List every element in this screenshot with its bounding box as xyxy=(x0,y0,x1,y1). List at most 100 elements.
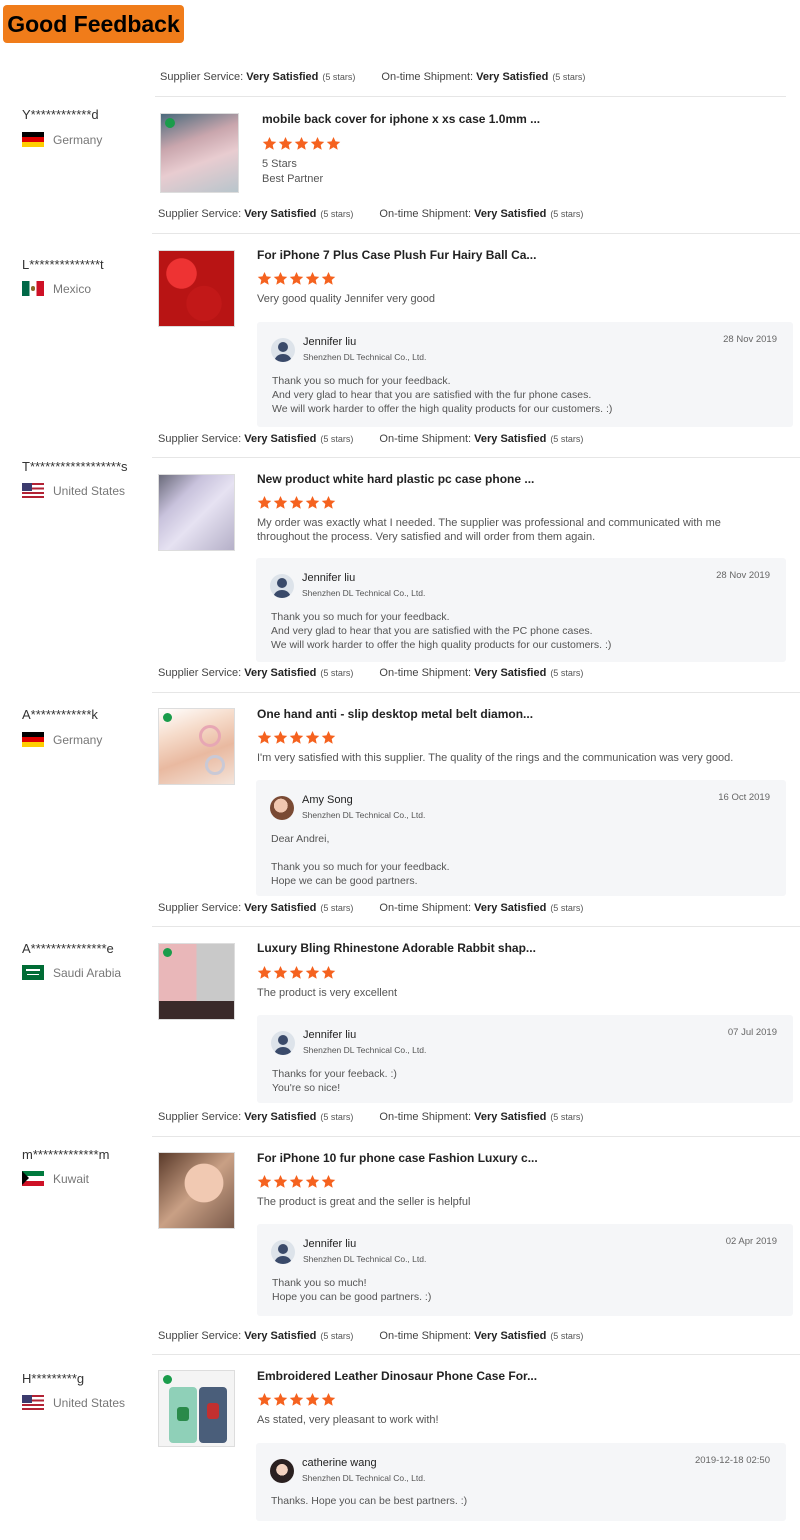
avatar xyxy=(271,1240,295,1264)
supplier-service-label: Supplier Service: xyxy=(158,902,242,914)
product-thumbnail[interactable] xyxy=(160,113,239,193)
star-icon xyxy=(321,1174,336,1188)
buyer-name: L**************t xyxy=(22,257,104,272)
reply-company: Shenzhen DL Technical Co., Ltd. xyxy=(302,810,426,820)
divider xyxy=(152,926,800,927)
reply-text: Thanks for your feeback. :) You're so ni… xyxy=(272,1068,397,1094)
reply-text: Thank you so much for your feedback. And… xyxy=(272,375,613,415)
product-title-link[interactable]: mobile back cover for iphone x xs case 1… xyxy=(262,112,540,126)
supplier-service-stars: (5 stars) xyxy=(320,209,354,219)
rating-text: 5 Stars xyxy=(262,158,297,170)
divider xyxy=(152,1354,800,1355)
supplier-service-label: Supplier Service: xyxy=(158,208,242,220)
buyer-name: A***************e xyxy=(22,941,114,956)
usa-flag-icon xyxy=(22,1395,44,1410)
star-rating xyxy=(262,136,342,151)
supplier-service-label: Supplier Service: xyxy=(158,1330,242,1342)
avatar xyxy=(270,574,294,598)
reply-date: 28 Nov 2019 xyxy=(723,334,777,345)
star-icon xyxy=(289,271,304,285)
star-icon xyxy=(305,271,320,285)
star-icon xyxy=(278,136,293,150)
reply-text: Thanks. Hope you can be best partners. :… xyxy=(271,1495,468,1507)
rating-subtext: Best Partner xyxy=(262,173,324,185)
reply-company: Shenzhen DL Technical Co., Ltd. xyxy=(302,588,426,598)
country-label: Germany xyxy=(53,132,103,147)
divider xyxy=(155,96,786,97)
country-label: Mexico xyxy=(53,281,92,296)
product-title-link[interactable]: One hand anti - slip desktop metal belt … xyxy=(257,707,533,721)
brand-logo-icon xyxy=(163,1375,172,1384)
review-comment: The product is very excellent xyxy=(257,987,398,999)
ontime-shipment-label: On-time Shipment: xyxy=(379,902,472,914)
supplier-service-value: Very Satisfied xyxy=(244,667,317,679)
country-label: United States xyxy=(53,483,126,498)
ontime-shipment-stars: (5 stars) xyxy=(550,903,584,913)
germany-flag-icon xyxy=(22,132,44,147)
star-icon xyxy=(262,136,277,150)
reply-author: Jennifer liu xyxy=(302,572,356,584)
good-feedback-badge: Good Feedback xyxy=(3,5,184,43)
supplier-reply: Jennifer liu Shenzhen DL Technical Co., … xyxy=(257,1224,793,1316)
avatar xyxy=(270,796,294,820)
avatar xyxy=(271,1031,295,1055)
reply-author: catherine wang xyxy=(302,1457,377,1469)
supplier-reply: Jennifer liu Shenzhen DL Technical Co., … xyxy=(256,558,786,662)
saudi-flag-icon xyxy=(22,965,44,980)
star-icon xyxy=(321,495,336,509)
supplier-service-label: Supplier Service: xyxy=(158,1111,242,1123)
ontime-shipment-value: Very Satisfied xyxy=(474,1111,547,1123)
product-title-link[interactable]: Embroidered Leather Dinosaur Phone Case … xyxy=(257,1369,537,1383)
buyer-country: United States xyxy=(22,1395,125,1410)
ontime-shipment-label: On-time Shipment: xyxy=(381,71,474,83)
reply-company: Shenzhen DL Technical Co., Ltd. xyxy=(303,1045,427,1055)
star-rating xyxy=(257,495,337,510)
ontime-shipment-value: Very Satisfied xyxy=(474,902,547,914)
ontime-shipment-value: Very Satisfied xyxy=(474,1330,547,1342)
buyer-country: Saudi Arabia xyxy=(22,965,121,980)
star-icon xyxy=(257,271,272,285)
buyer-country: Kuwait xyxy=(22,1171,89,1186)
product-title-link[interactable]: For iPhone 10 fur phone case Fashion Lux… xyxy=(257,1151,538,1165)
ontime-shipment-value: Very Satisfied xyxy=(474,667,547,679)
product-thumbnail[interactable] xyxy=(158,943,235,1020)
supplier-service-stars: (5 stars) xyxy=(320,434,354,444)
ontime-shipment-value: Very Satisfied xyxy=(474,208,547,220)
review-comment: The product is great and the seller is h… xyxy=(257,1196,471,1208)
ontime-shipment-stars: (5 stars) xyxy=(550,209,584,219)
satisfaction-summary: Supplier Service: Very Satisfied (5 stars… xyxy=(158,902,583,914)
country-label: Germany xyxy=(53,732,103,747)
reply-date: 02 Apr 2019 xyxy=(725,1236,777,1247)
product-thumbnail[interactable] xyxy=(158,250,235,327)
supplier-service-label: Supplier Service: xyxy=(158,667,242,679)
star-icon xyxy=(273,965,288,979)
product-title-link[interactable]: Luxury Bling Rhinestone Adorable Rabbit … xyxy=(257,941,536,955)
brand-logo-icon xyxy=(163,713,172,722)
product-thumbnail[interactable] xyxy=(158,1152,235,1229)
star-icon xyxy=(257,1392,272,1406)
star-icon xyxy=(273,730,288,744)
star-icon xyxy=(257,1174,272,1188)
reply-date: 28 Nov 2019 xyxy=(716,570,770,581)
mexico-flag-icon xyxy=(22,281,44,296)
ontime-shipment-stars: (5 stars) xyxy=(550,668,584,678)
satisfaction-summary: Supplier Service: Very Satisfied (5 stars… xyxy=(158,1330,583,1342)
ontime-shipment-label: On-time Shipment: xyxy=(379,433,472,445)
star-rating xyxy=(257,965,337,980)
product-thumbnail[interactable] xyxy=(158,474,235,551)
ontime-shipment-label: On-time Shipment: xyxy=(379,208,472,220)
reply-text: Thank you so much for your feedback. And… xyxy=(271,611,612,651)
satisfaction-summary: Supplier Service: Very Satisfied (5 stars… xyxy=(158,433,583,445)
product-thumbnail[interactable] xyxy=(158,1370,235,1447)
product-title-link[interactable]: For iPhone 7 Plus Case Plush Fur Hairy B… xyxy=(257,248,536,262)
product-thumbnail[interactable] xyxy=(158,708,235,785)
divider xyxy=(152,1136,800,1137)
product-title-link[interactable]: New product white hard plastic pc case p… xyxy=(257,472,534,486)
buyer-country: United States xyxy=(22,483,125,498)
star-icon xyxy=(273,271,288,285)
star-icon xyxy=(321,1392,336,1406)
star-icon xyxy=(310,136,325,150)
star-icon xyxy=(305,730,320,744)
reply-company: Shenzhen DL Technical Co., Ltd. xyxy=(303,1254,427,1264)
reply-author: Jennifer liu xyxy=(303,1029,357,1041)
